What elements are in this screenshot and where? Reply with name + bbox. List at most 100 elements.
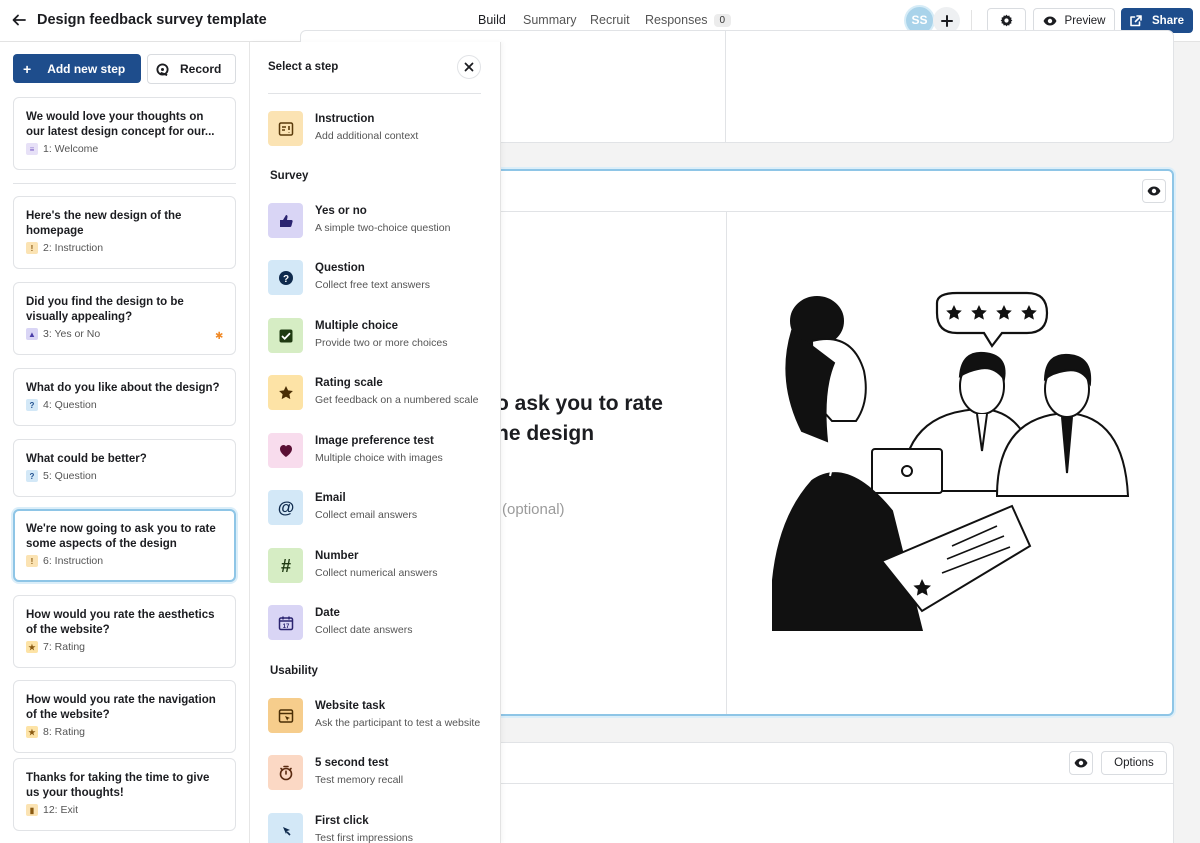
options-button[interactable]: Options <box>1101 751 1167 775</box>
step-item[interactable]: What do you like about the design? ? 4: Q… <box>13 368 236 426</box>
step-option-date[interactable]: 17 Date Collect date answers <box>268 605 483 641</box>
star-icon: ★ <box>26 641 38 653</box>
panel-divider <box>268 93 481 94</box>
option-description: Multiple choice with images <box>315 452 443 464</box>
eye-icon <box>1074 758 1088 768</box>
option-description: Provide two or more choices <box>315 337 448 349</box>
step-option-yes-or-no[interactable]: Yes or no A simple two-choice question <box>268 203 483 239</box>
step-option-instruction[interactable]: Instruction Add additional context <box>268 111 483 147</box>
browser-window-icon <box>268 698 303 733</box>
question-icon: ? <box>268 260 303 295</box>
option-description: Ask the participant to test a website <box>315 717 481 729</box>
question-icon: ? <box>26 399 38 411</box>
option-description: Collect date answers <box>315 624 413 636</box>
svg-text:17: 17 <box>282 624 289 630</box>
svg-text:@: @ <box>277 499 294 517</box>
card-split-divider <box>725 31 726 142</box>
step-title: Thanks for taking the time to give us yo… <box>26 772 210 799</box>
eye-icon <box>1043 16 1057 25</box>
step-title: How would you rate the aesthetics of the… <box>26 609 215 636</box>
step-option-multiple-choice[interactable]: Multiple choice Provide two or more choi… <box>268 318 483 354</box>
step-meta: 7: Rating <box>43 641 86 653</box>
option-name: Yes or no <box>315 205 367 217</box>
share-label: Share <box>1152 14 1184 27</box>
option-name: Rating scale <box>315 377 383 389</box>
card-preview-button[interactable] <box>1069 751 1093 775</box>
question-icon: ? <box>26 470 38 482</box>
option-description: Get feedback on a numbered scale <box>315 394 479 406</box>
option-name: Image preference test <box>315 435 434 447</box>
step-title: Did you find the design to be visually a… <box>26 296 184 323</box>
step-meta: 2: Instruction <box>43 242 104 254</box>
instruction-heading-line-1[interactable]: o ask you to rate <box>496 389 663 419</box>
star-icon: ★ <box>26 726 38 738</box>
required-marker-icon: ✱ <box>215 331 224 342</box>
step-option-email[interactable]: @ Email Collect email answers <box>268 490 483 526</box>
step-item[interactable]: How would you rate the aesthetics of the… <box>13 595 236 668</box>
back-arrow-icon[interactable] <box>11 12 27 28</box>
step-option-website-task[interactable]: Website task Ask the participant to test… <box>268 698 483 734</box>
instruction-icon: ! <box>26 242 38 254</box>
option-name: First click <box>315 815 369 827</box>
step-option-5-second-test[interactable]: 5 second test Test memory recall <box>268 755 483 791</box>
step-option-question[interactable]: ? Question Collect free text answers <box>268 260 483 296</box>
step-meta: 4: Question <box>43 399 97 411</box>
step-item[interactable]: What could be better? ? 5: Question <box>13 439 236 497</box>
responses-count-badge: 0 <box>713 14 732 27</box>
optional-placeholder[interactable]: (optional) <box>502 501 565 518</box>
section-survey: Survey <box>270 170 309 182</box>
step-title: How would you rate the navigation of the… <box>26 694 216 721</box>
step-meta: 1: Welcome <box>43 143 99 155</box>
step-item[interactable]: Did you find the design to be visually a… <box>13 282 236 355</box>
tab-summary-label: Summary <box>523 13 577 27</box>
option-description: Collect free text answers <box>315 279 430 291</box>
star-icon <box>268 375 303 410</box>
svg-text:?: ? <box>282 274 288 285</box>
people-reviewing-illustration <box>772 291 1130 631</box>
plus-icon: + <box>23 60 32 77</box>
step-option-image-preference[interactable]: Image preference test Multiple choice wi… <box>268 433 483 469</box>
record-button[interactable]: Record <box>147 54 236 84</box>
card-split-divider <box>726 212 727 714</box>
add-new-step-label: Add new step <box>47 61 126 76</box>
instruction-icon <box>268 111 303 146</box>
step-option-number[interactable]: # Number Collect numerical answers <box>268 548 483 584</box>
record-icon <box>156 62 169 76</box>
survey-title[interactable]: Design feedback survey template <box>37 12 267 28</box>
step-meta: 6: Instruction <box>43 555 104 567</box>
options-label: Options <box>1114 757 1154 769</box>
option-name: 5 second test <box>315 757 389 769</box>
step-title: What do you like about the design? <box>26 382 220 394</box>
step-item[interactable]: How would you rate the navigation of the… <box>13 680 236 753</box>
option-name: Multiple choice <box>315 320 399 332</box>
close-panel-button[interactable] <box>457 55 481 79</box>
option-description: Add additional context <box>315 130 419 142</box>
step-item[interactable]: Thanks for taking the time to give us yo… <box>13 758 236 831</box>
step-item[interactable]: Here's the new design of the homepage ! 2… <box>13 196 236 269</box>
preview-label: Preview <box>1064 14 1106 27</box>
cursor-click-icon <box>268 813 303 843</box>
thumbs-up-icon <box>268 203 303 238</box>
section-usability: Usability <box>270 665 318 677</box>
gear-icon <box>1000 14 1013 27</box>
step-meta: 8: Rating <box>43 726 86 738</box>
step-option-first-click[interactable]: First click Test first impressions <box>268 813 483 843</box>
step-title: We're now going to ask you to rate some … <box>26 523 216 550</box>
step-item[interactable]: We would love your thoughts on our lates… <box>13 97 236 170</box>
option-name: Number <box>315 550 359 562</box>
steps-sidebar: + Add new step Record We would love your … <box>0 42 250 843</box>
toolbar-divider <box>971 10 972 32</box>
option-name: Date <box>315 607 340 619</box>
plus-icon <box>940 14 953 27</box>
step-item-selected[interactable]: We're now going to ask you to rate some … <box>13 509 236 582</box>
option-description: Test memory recall <box>315 774 404 786</box>
step-title: We would love your thoughts on our lates… <box>26 111 215 138</box>
instruction-heading-line-2[interactable]: he design <box>496 419 594 449</box>
card-preview-button[interactable] <box>1142 179 1166 203</box>
step-option-rating-scale[interactable]: Rating scale Get feedback on a numbered … <box>268 375 483 411</box>
add-new-step-button[interactable]: + Add new step <box>13 54 141 83</box>
exit-icon: ▮ <box>26 804 38 816</box>
step-meta: 12: Exit <box>43 804 79 816</box>
step-meta: 3: Yes or No <box>43 328 101 340</box>
step-title: Here's the new design of the homepage <box>26 210 182 237</box>
